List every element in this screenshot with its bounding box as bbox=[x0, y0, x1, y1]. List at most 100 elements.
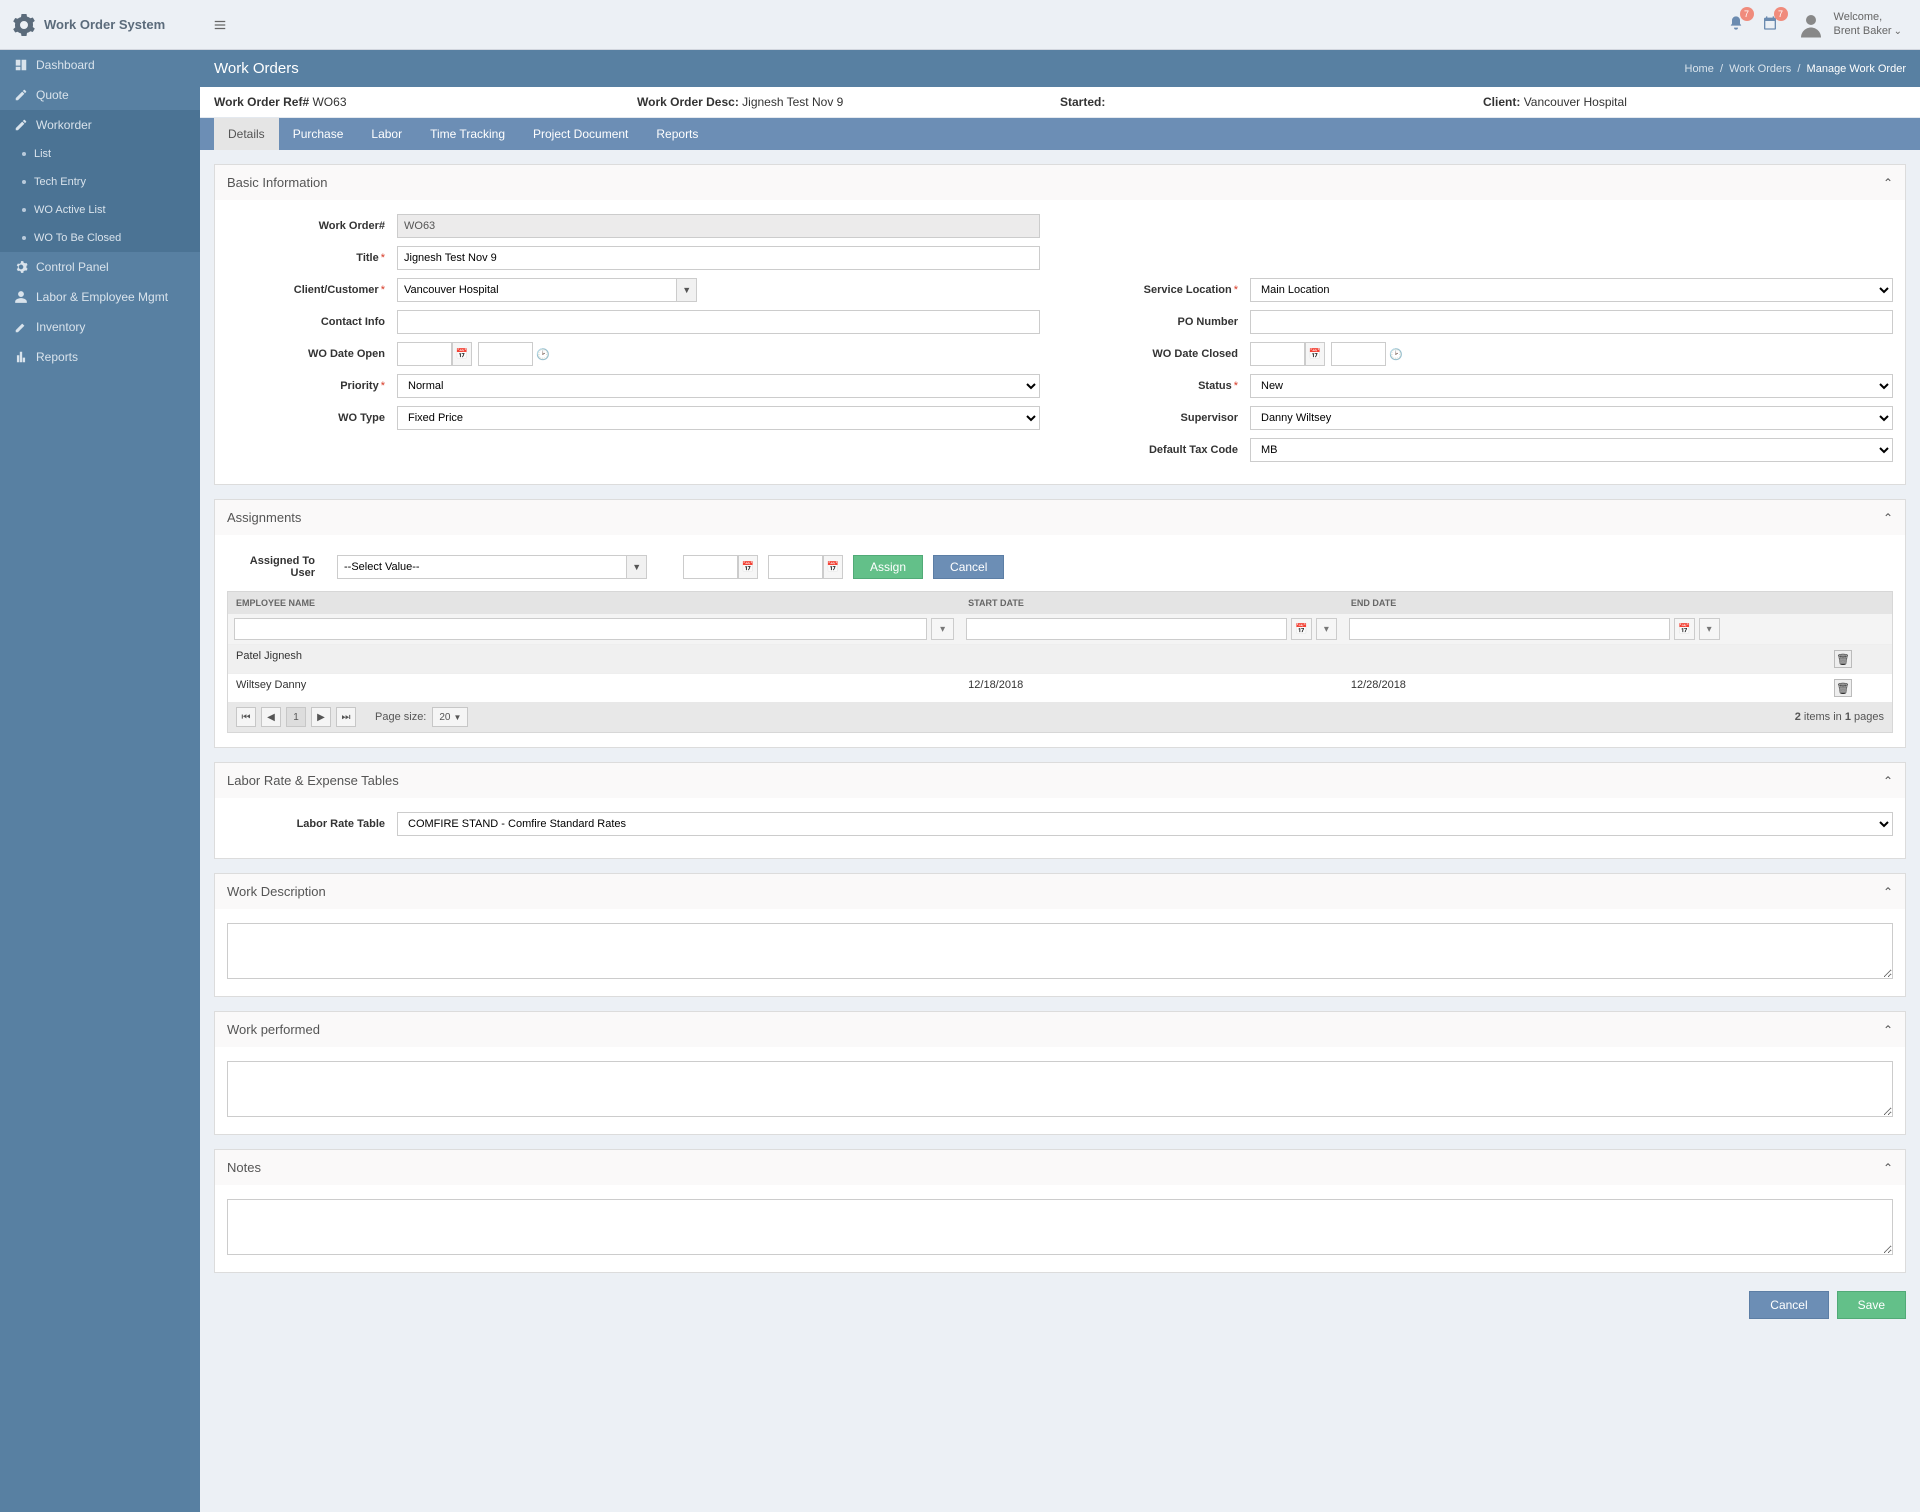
label-service-loc: Service Location bbox=[1144, 284, 1232, 296]
user-name: Brent Baker bbox=[1834, 25, 1892, 37]
notifications-bell[interactable]: 7 bbox=[1728, 15, 1744, 34]
tab-reports[interactable]: Reports bbox=[642, 118, 712, 150]
breadcrumb-mid[interactable]: Work Orders bbox=[1729, 63, 1791, 75]
calendar-button[interactable]: 7 bbox=[1762, 15, 1778, 34]
label-work-order-no: Work Order# bbox=[319, 220, 385, 232]
sidebar-item-quote[interactable]: Quote bbox=[0, 80, 200, 110]
sidebar-item-dashboard[interactable]: Dashboard bbox=[0, 50, 200, 80]
sidebar-item-control-panel[interactable]: Control Panel bbox=[0, 252, 200, 282]
status-select[interactable]: New bbox=[1250, 374, 1893, 398]
filter-icon[interactable]: ▾ bbox=[1699, 618, 1720, 640]
assigned-user-field[interactable] bbox=[337, 555, 626, 579]
labor-rate-select[interactable]: COMFIRE STAND - Comfire Standard Rates bbox=[397, 812, 1893, 836]
page-1[interactable]: 1 bbox=[286, 707, 306, 727]
notes-field[interactable] bbox=[227, 1199, 1893, 1255]
footer-buttons: Cancel Save bbox=[200, 1287, 1920, 1337]
cell-start: 12/18/2018 bbox=[960, 674, 1343, 702]
page-next[interactable]: ▶ bbox=[311, 707, 331, 727]
tab-labor[interactable]: Labor bbox=[357, 118, 416, 150]
assigned-user-dropdown[interactable]: ▼ bbox=[626, 555, 647, 579]
panel-title: Work Description bbox=[227, 884, 326, 899]
supervisor-select[interactable]: Danny Wiltsey bbox=[1250, 406, 1893, 430]
sidebar-item-list[interactable]: List bbox=[0, 140, 200, 168]
calendar-icon[interactable]: 📅 bbox=[452, 342, 472, 366]
header-right: 7 7 Welcome, Brent Baker⌄ bbox=[240, 0, 1920, 49]
filter-start[interactable] bbox=[966, 618, 1287, 640]
label-supervisor: Supervisor bbox=[1181, 412, 1238, 424]
wo-closed-time[interactable] bbox=[1331, 342, 1386, 366]
panel-title: Work performed bbox=[227, 1022, 320, 1037]
col-start[interactable]: START DATE bbox=[960, 592, 1343, 614]
sidebar-item-labor[interactable]: Labor & Employee Mgmt bbox=[0, 282, 200, 312]
page-size-select[interactable]: 20 ▼ bbox=[432, 707, 468, 727]
labor-rate-header[interactable]: Labor Rate & Expense Tables ⌃ bbox=[215, 763, 1905, 798]
chevron-up-icon: ⌃ bbox=[1883, 774, 1893, 788]
calendar-icon[interactable]: 📅 bbox=[1674, 618, 1695, 640]
wo-type-select[interactable]: Fixed Price bbox=[397, 406, 1040, 430]
basic-panel-header[interactable]: Basic Information ⌃ bbox=[215, 165, 1905, 200]
po-number-field[interactable] bbox=[1250, 310, 1893, 334]
trash-icon[interactable]: 🗑 bbox=[1834, 679, 1852, 697]
client-field[interactable] bbox=[397, 278, 676, 302]
notes-header[interactable]: Notes ⌃ bbox=[215, 1150, 1905, 1185]
col-employee[interactable]: EMPLOYEE NAME bbox=[228, 592, 960, 614]
table-row: Patel Jignesh 🗑 bbox=[228, 644, 1892, 673]
filter-icon[interactable]: ▾ bbox=[1316, 618, 1337, 640]
tab-purchase[interactable]: Purchase bbox=[279, 118, 358, 150]
label-po-number: PO Number bbox=[1177, 316, 1238, 328]
calendar-icon[interactable]: 📅 bbox=[738, 555, 758, 579]
col-end[interactable]: END DATE bbox=[1343, 592, 1726, 614]
logo-area[interactable]: Work Order System bbox=[0, 0, 200, 49]
work-description-field[interactable] bbox=[227, 923, 1893, 979]
tab-project-document[interactable]: Project Document bbox=[519, 118, 642, 150]
wo-closed-date[interactable] bbox=[1250, 342, 1305, 366]
breadcrumb-home[interactable]: Home bbox=[1685, 63, 1714, 75]
calendar-icon[interactable]: 📅 bbox=[823, 555, 843, 579]
priority-select[interactable]: Normal bbox=[397, 374, 1040, 398]
grid-filter: ▾ 📅▾ 📅▾ bbox=[228, 614, 1892, 644]
calendar-icon[interactable]: 📅 bbox=[1291, 618, 1312, 640]
wo-open-date[interactable] bbox=[397, 342, 452, 366]
sidebar-item-wo-active[interactable]: WO Active List bbox=[0, 196, 200, 224]
assign-end-date[interactable] bbox=[768, 555, 823, 579]
clock-icon[interactable]: 🕑 bbox=[1386, 342, 1406, 366]
tax-code-select[interactable]: MB bbox=[1250, 438, 1893, 462]
contact-field[interactable] bbox=[397, 310, 1040, 334]
tab-time-tracking[interactable]: Time Tracking bbox=[416, 118, 519, 150]
sidebar-item-label: Workorder bbox=[36, 118, 92, 132]
page-first[interactable]: ⏮ bbox=[236, 707, 256, 727]
sidebar-item-reports[interactable]: Reports bbox=[0, 342, 200, 372]
filter-icon[interactable]: ▾ bbox=[931, 618, 954, 640]
service-location-select[interactable]: Main Location bbox=[1250, 278, 1893, 302]
sidebar-item-wo-closed[interactable]: WO To Be Closed bbox=[0, 224, 200, 252]
user-menu[interactable]: Welcome, Brent Baker⌄ bbox=[1796, 10, 1902, 40]
cell-end bbox=[1343, 645, 1726, 673]
sidebar-toggle[interactable] bbox=[200, 0, 240, 49]
sidebar-item-label: Quote bbox=[36, 88, 69, 102]
trash-icon[interactable]: 🗑 bbox=[1834, 650, 1852, 668]
wo-open-time[interactable] bbox=[478, 342, 533, 366]
sidebar-item-label: Inventory bbox=[36, 320, 85, 334]
sidebar-item-inventory[interactable]: Inventory bbox=[0, 312, 200, 342]
save-button[interactable]: Save bbox=[1837, 1291, 1906, 1319]
cancel-button[interactable]: Cancel bbox=[1749, 1291, 1828, 1319]
page-prev[interactable]: ◀ bbox=[261, 707, 281, 727]
work-performed-field[interactable] bbox=[227, 1061, 1893, 1117]
assign-start-date[interactable] bbox=[683, 555, 738, 579]
filter-emp[interactable] bbox=[234, 618, 927, 640]
clock-icon[interactable]: 🕑 bbox=[533, 342, 553, 366]
assign-button[interactable]: Assign bbox=[853, 555, 923, 579]
assign-cancel-button[interactable]: Cancel bbox=[933, 555, 1004, 579]
page-last[interactable]: ⏭ bbox=[336, 707, 356, 727]
welcome-label: Welcome, bbox=[1834, 11, 1902, 24]
title-field[interactable] bbox=[397, 246, 1040, 270]
tab-details[interactable]: Details bbox=[214, 118, 279, 150]
client-dropdown[interactable]: ▼ bbox=[676, 278, 697, 302]
sidebar-item-workorder[interactable]: Workorder bbox=[0, 110, 200, 140]
calendar-icon[interactable]: 📅 bbox=[1305, 342, 1325, 366]
desc-header[interactable]: Work Description ⌃ bbox=[215, 874, 1905, 909]
sidebar-item-tech-entry[interactable]: Tech Entry bbox=[0, 168, 200, 196]
perf-header[interactable]: Work performed ⌃ bbox=[215, 1012, 1905, 1047]
assignments-panel-header[interactable]: Assignments ⌃ bbox=[215, 500, 1905, 535]
filter-end[interactable] bbox=[1349, 618, 1670, 640]
